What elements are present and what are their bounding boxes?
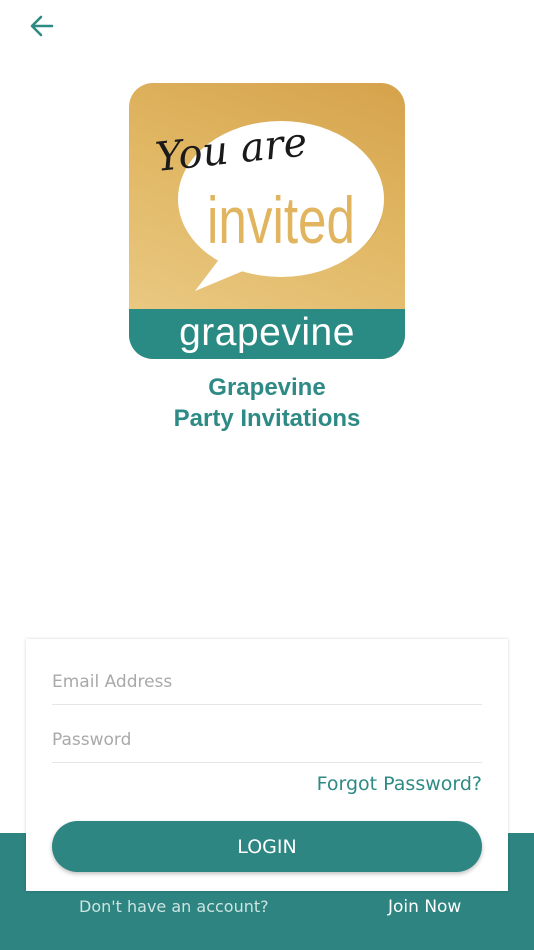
app-title-line2: Party Invitations	[173, 405, 361, 432]
login-card: Forgot Password? LOGIN	[26, 639, 508, 891]
password-input[interactable]	[52, 726, 482, 754]
login-button[interactable]: LOGIN	[52, 821, 482, 872]
logo-band-text: grapevine	[179, 310, 355, 354]
join-now-link[interactable]: Join Now	[388, 897, 461, 917]
app-logo: You are invited grapevine	[129, 83, 405, 359]
password-field	[52, 705, 482, 763]
speech-bubble-graphic: You are invited	[153, 119, 384, 291]
logo-band: grapevine	[129, 309, 405, 359]
login-screen: You are invited grapevine Grapevine Part…	[0, 0, 534, 950]
app-title: Grapevine Party Invitations	[0, 372, 534, 434]
arrow-left-icon	[29, 13, 55, 43]
logo-invited-text: invited	[207, 183, 355, 257]
app-title-line1: Grapevine	[208, 374, 326, 401]
email-input[interactable]	[52, 668, 482, 696]
email-field	[52, 647, 482, 705]
forgot-password-link[interactable]: Forgot Password?	[317, 773, 482, 795]
signup-prompt: Don't have an account?	[79, 897, 269, 916]
back-button[interactable]	[22, 10, 62, 46]
